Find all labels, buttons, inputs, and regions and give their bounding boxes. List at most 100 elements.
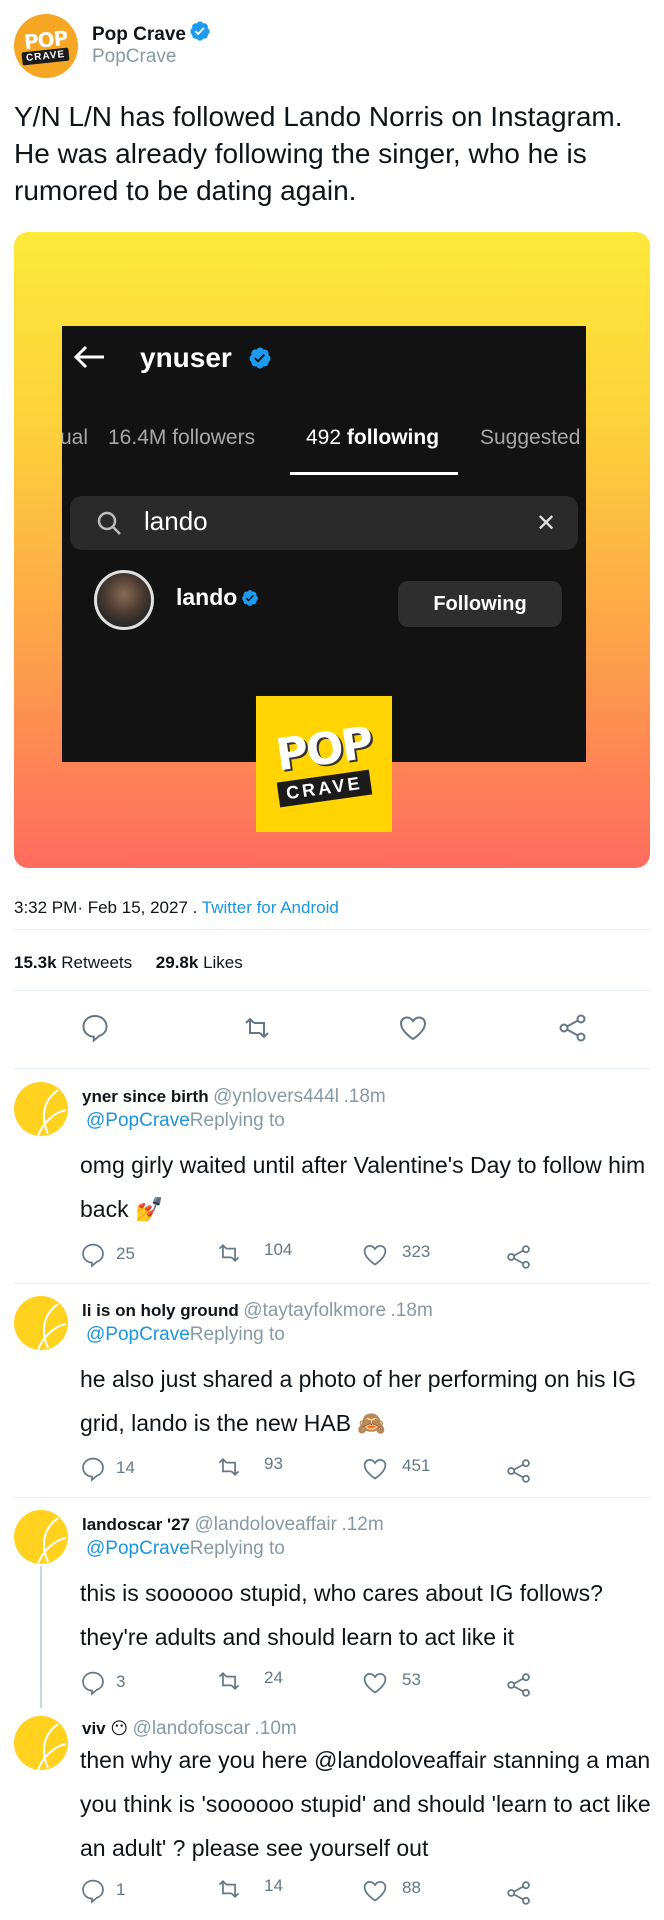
reply-text: he also just shared a photo of her perfo…: [80, 1366, 637, 1436]
search-value: lando: [144, 506, 208, 536]
reply-count: 3: [116, 1672, 126, 1691]
reply-actions: 25 104 323: [80, 1240, 640, 1270]
reply-count: 25: [116, 1244, 135, 1263]
reply-author-name[interactable]: yner since birth: [82, 1087, 209, 1106]
like-icon[interactable]: [362, 1456, 388, 1482]
verified-badge-icon: [242, 590, 258, 606]
retweet-count: 14: [264, 1876, 283, 1895]
retweet-icon[interactable]: [216, 1240, 242, 1266]
retweet-icon[interactable]: [216, 1454, 242, 1480]
like-icon[interactable]: [362, 1242, 388, 1268]
verified-badge-icon: [249, 347, 271, 369]
watermark-pop-text: POP: [272, 717, 375, 781]
popcrave-logo: POP CRAVE: [14, 14, 78, 78]
tennis-ball-icon: [37, 1089, 67, 1136]
like-count: 323: [402, 1242, 431, 1261]
replying-to: @PopCraveReplying to: [86, 1324, 285, 1346]
divider: [14, 929, 650, 930]
followers-label: followers: [172, 426, 256, 449]
reply-avatar[interactable]: [14, 1082, 68, 1136]
replying-to: @PopCraveReplying to: [86, 1110, 285, 1132]
divider: [14, 1068, 650, 1069]
reply-time: .18m: [343, 1086, 386, 1107]
reply-avatar[interactable]: [14, 1510, 68, 1564]
reply-count: 14: [116, 1458, 135, 1477]
reply-actions: 1 14 88: [80, 1876, 640, 1906]
share-icon[interactable]: [558, 1013, 588, 1043]
retweets-count[interactable]: 15.3k: [14, 953, 57, 972]
replying-to-handle[interactable]: @PopCrave: [86, 1538, 190, 1559]
reply-icon[interactable]: [80, 1670, 106, 1696]
likes-count[interactable]: 29.8k: [156, 953, 199, 972]
clear-icon: ✕: [536, 510, 557, 537]
reply-text: omg girly waited until after Valentine's…: [80, 1152, 646, 1222]
retweet-icon[interactable]: [216, 1668, 242, 1694]
retweet-icon[interactable]: [216, 1876, 242, 1902]
author-handle[interactable]: PopCrave: [92, 46, 177, 68]
reply-time: .12m: [341, 1514, 384, 1535]
tennis-ball-icon: [37, 1723, 67, 1770]
reply-author-handle[interactable]: @landoloveaffair: [194, 1514, 337, 1535]
reply-author-name[interactable]: landoscar '27: [82, 1515, 190, 1534]
tennis-ball-icon: [37, 1517, 67, 1564]
reply-author-handle[interactable]: @taytayfolkmore: [243, 1300, 386, 1321]
like-count: 451: [402, 1456, 431, 1475]
reply-actions: 3 24 53: [80, 1668, 640, 1698]
reply-header: viv 😶 @landofoscar .10m: [82, 1718, 297, 1740]
replying-to-label: Replying to: [189, 1538, 285, 1559]
reply-author-handle[interactable]: @landofoscar: [133, 1718, 251, 1739]
replying-to-handle[interactable]: @PopCrave: [86, 1110, 190, 1131]
retweets-label[interactable]: Retweets: [61, 953, 132, 972]
author-avatar[interactable]: POP CRAVE: [14, 14, 78, 78]
profile-tabs: ual 16.4M followers 492 following Sugges…: [62, 426, 586, 466]
divider: [14, 990, 650, 991]
reply-author-name[interactable]: li is on holy ground: [82, 1301, 239, 1320]
profile-username: ynuser: [140, 342, 232, 373]
tab-followers: 16.4M followers: [108, 426, 255, 450]
tweet-text: Y/N L/N has followed Lando Norris on Ins…: [14, 101, 623, 206]
reply-author-name[interactable]: viv 😶: [82, 1719, 128, 1738]
share-icon[interactable]: [506, 1458, 532, 1484]
reply-icon[interactable]: [80, 1242, 106, 1268]
author-name[interactable]: Pop Crave: [92, 24, 186, 46]
reply-time: .18m: [390, 1300, 433, 1321]
like-icon[interactable]: [362, 1670, 388, 1696]
reply-author-handle[interactable]: @ynlovers444l: [213, 1086, 339, 1107]
result-username: lando: [176, 584, 238, 610]
verified-badge-icon: [190, 21, 210, 41]
like-icon[interactable]: [398, 1013, 428, 1043]
tab-suggested: Suggested: [480, 426, 581, 449]
like-count: 53: [402, 1670, 421, 1689]
tweet-media-image[interactable]: ynuser ual 16.4M followers 492 following…: [14, 232, 650, 868]
reply-avatar[interactable]: [14, 1716, 68, 1770]
reply-time: .10m: [254, 1718, 297, 1739]
following-count: 492: [306, 426, 342, 449]
like-count: 88: [402, 1878, 421, 1897]
likes-label[interactable]: Likes: [203, 953, 243, 972]
result-avatar: [94, 570, 154, 630]
reply-icon[interactable]: [80, 1456, 106, 1482]
replying-to: @PopCraveReplying to: [86, 1538, 285, 1560]
tweet-source-link[interactable]: Twitter for Android: [202, 898, 339, 917]
share-icon[interactable]: [506, 1672, 532, 1698]
reply-avatar[interactable]: [14, 1296, 68, 1350]
replying-to-handle[interactable]: @PopCrave: [86, 1324, 190, 1345]
reply-icon[interactable]: [80, 1013, 110, 1043]
reply-icon[interactable]: [80, 1878, 106, 1904]
reply-count: 1: [116, 1880, 126, 1899]
followers-count: 16.4M: [108, 426, 167, 449]
tweet-stats: 15.3k Retweets 29.8k Likes: [14, 953, 243, 973]
reply-text: this is soooooo stupid, who cares about …: [80, 1580, 603, 1650]
dot: .: [187, 898, 202, 917]
tweet-timestamp: 3:32 PM· Feb 15, 2027 . Twitter for Andr…: [14, 898, 339, 918]
divider: [14, 1497, 650, 1498]
share-icon[interactable]: [506, 1244, 532, 1270]
like-icon[interactable]: [362, 1878, 388, 1904]
search-bar: lando ✕: [70, 496, 578, 550]
replying-to-label: Replying to: [189, 1110, 285, 1131]
reply-actions: 14 93 451: [80, 1454, 640, 1484]
retweet-icon[interactable]: [242, 1013, 272, 1043]
tab-following: 492 following: [306, 426, 439, 450]
share-icon[interactable]: [506, 1880, 532, 1906]
tweet-time: 3:32 PM: [14, 898, 78, 917]
